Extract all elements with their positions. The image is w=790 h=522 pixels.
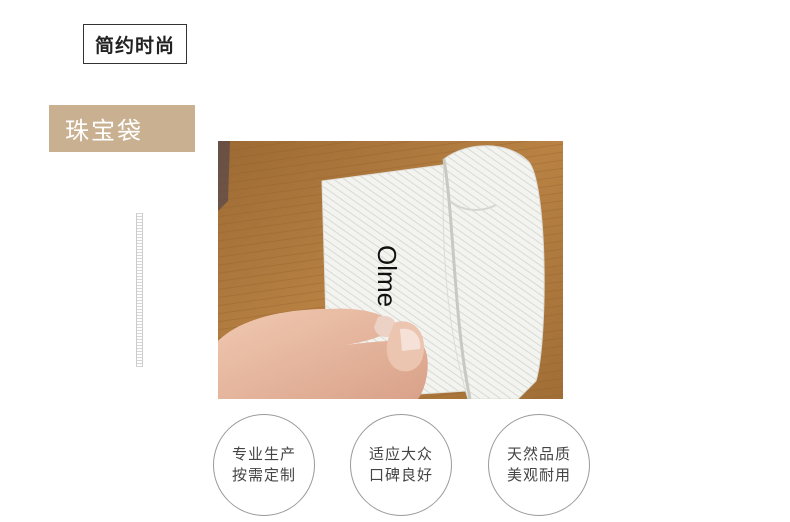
decorative-spring xyxy=(136,213,143,367)
product-photo-illustration: Olme xyxy=(218,141,563,399)
product-photo: Olme xyxy=(218,141,563,399)
feature-row: 专业生产 按需定制 适应大众 口碑良好 天然品质 美观耐用 xyxy=(0,414,790,518)
feature-line: 天然品质 xyxy=(506,445,571,463)
style-tag: 简约时尚 xyxy=(83,24,187,64)
section-title: 珠宝袋 xyxy=(65,117,143,145)
style-tag-label: 简约时尚 xyxy=(94,34,175,57)
bag-print-text: Olme xyxy=(372,245,402,307)
section-title-banner: 珠宝袋 xyxy=(49,105,195,152)
feature-line: 适应大众 xyxy=(368,445,433,463)
feature-line: 按需定制 xyxy=(231,466,296,484)
feature-circle-reputation: 适应大众 口碑良好 xyxy=(350,414,452,516)
feature-circle-quality: 天然品质 美观耐用 xyxy=(488,414,590,516)
feature-line: 专业生产 xyxy=(231,445,296,463)
feature-line: 美观耐用 xyxy=(506,466,571,484)
feature-circle-production: 专业生产 按需定制 xyxy=(213,414,315,516)
feature-line: 口碑良好 xyxy=(368,466,433,484)
page: 简约时尚 珠宝袋 Olme 专业生产 按需定制 适应大众 口碑良好 天然品质 美… xyxy=(0,0,790,522)
